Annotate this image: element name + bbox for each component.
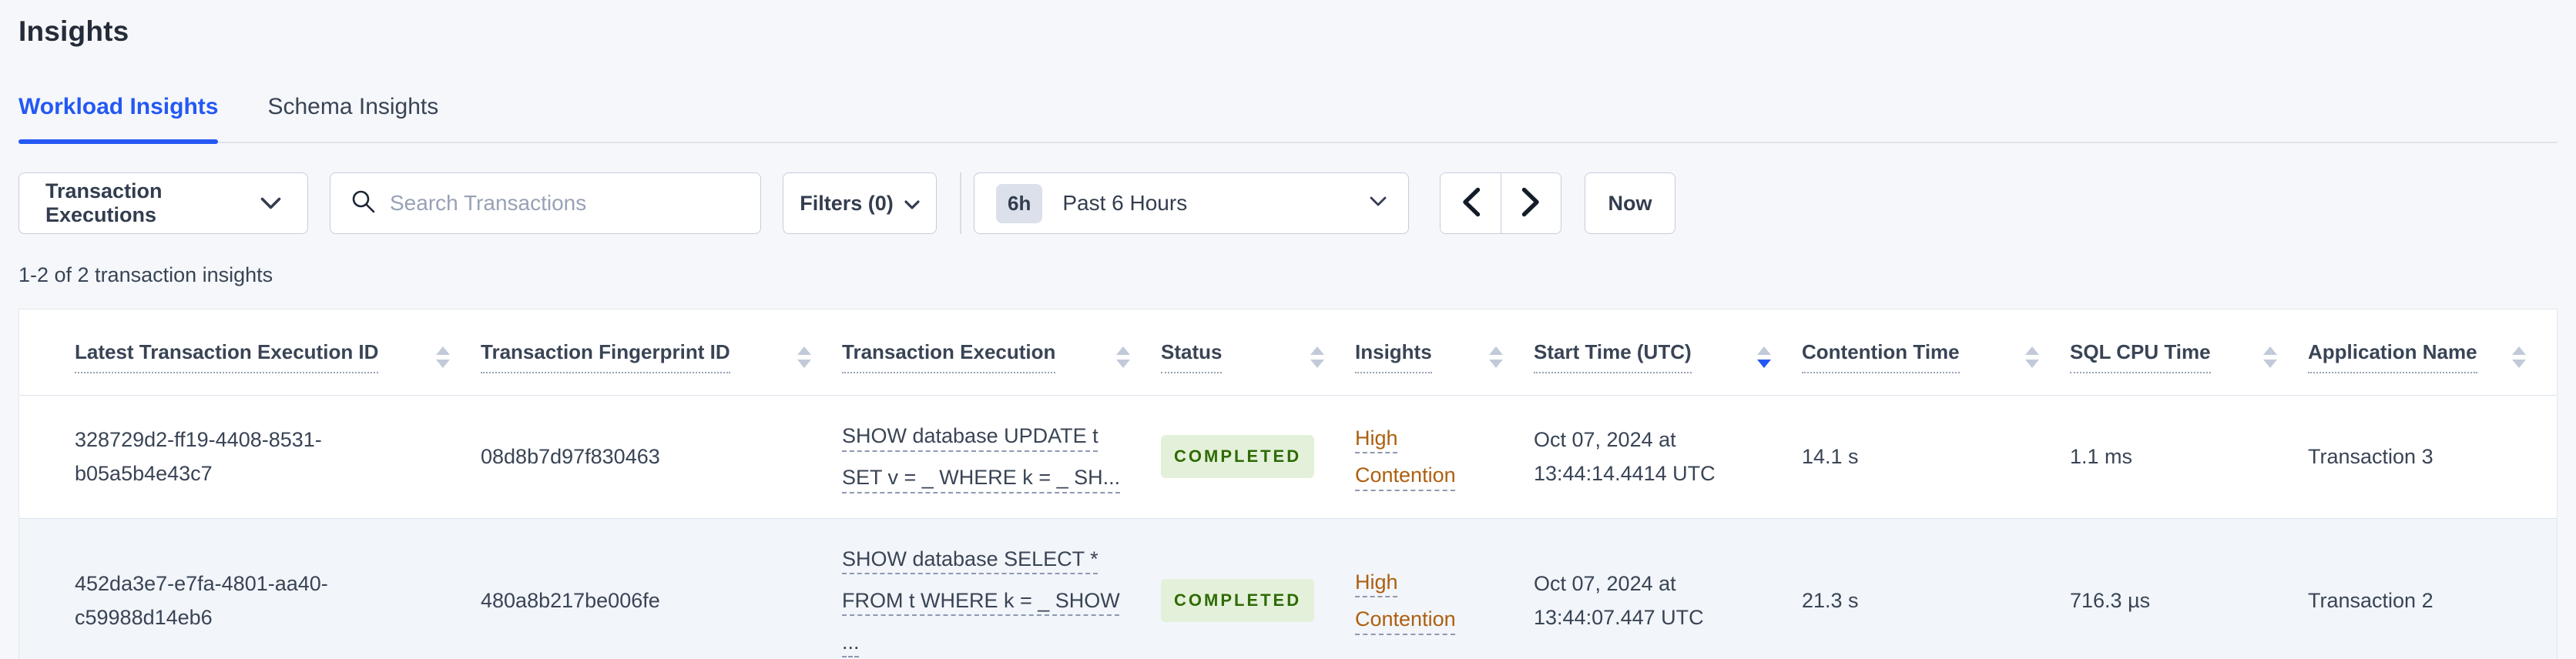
execution-type-select-label: Transaction Executions [45,179,163,226]
sort-toggle-icon[interactable] [797,346,811,368]
cell-application-name: Transaction 2 [2308,517,2557,659]
column-label[interactable]: Transaction Execution [842,340,1056,373]
sort-toggle-icon[interactable] [436,346,450,368]
toolbar: Transaction Executions Filters (0) 6h Pa… [18,172,2558,234]
column-header-insights: Insights [1355,309,1534,396]
chevron-left-icon [1461,187,1481,219]
column-header-sql-cpu-time: SQL CPU Time [2070,309,2308,396]
chevron-right-icon [1521,187,1541,219]
chevron-down-icon [904,192,920,216]
table-header-row: Latest Transaction Execution ID Transact… [19,309,2557,396]
insight-high-contention-link[interactable]: High Contention [1355,570,1456,631]
page-title: Insights [18,15,129,47]
search-icon [351,189,376,218]
column-label[interactable]: Insights [1355,340,1432,373]
column-label[interactable]: Contention Time [1802,340,1960,373]
time-range-label: Past 6 Hours [1062,191,1188,215]
tab-schema-insights[interactable]: Schema Insights [267,94,438,142]
sql-text-line: SHOW database SELECT * [842,547,1098,570]
cell-contention-time: 14.1 s [1802,395,2070,519]
column-header-start-time-utc: Start Time (UTC) [1534,309,1802,396]
time-range-badge: 6h [996,183,1043,223]
toolbar-divider [960,172,961,234]
results-summary: 1-2 of 2 transaction insights [18,263,273,286]
transaction-execution-link[interactable]: SHOW database SELECT * FROM t WHERE k = … [842,542,1130,659]
insights-table-card: Latest Transaction Execution ID Transact… [18,309,2558,659]
column-label[interactable]: Latest Transaction Execution ID [75,340,379,373]
insights-tabs: Workload Insights Schema Insights [18,94,2558,144]
execution-type-select[interactable]: Transaction Executions [18,172,308,234]
cell-start-time: Oct 07, 2024 at 13:44:14.4414 UTC [1534,427,1716,486]
column-label[interactable]: Start Time (UTC) [1534,340,1692,373]
now-button[interactable]: Now [1585,172,1675,234]
sort-toggle-icon-active-desc[interactable] [1757,346,1771,368]
cell-application-name: Transaction 3 [2308,395,2557,519]
sql-text-line: SHOW database UPDATE t [842,424,1098,447]
sort-toggle-icon[interactable] [2263,346,2277,368]
table-row: 328729d2-ff19-4408-8531-b05a5b4e43c7 08d… [19,395,2557,519]
time-range-pager [1440,172,1561,234]
column-header-application-name: Application Name [2308,309,2557,396]
sql-text-line: FROM t WHERE k = _ SHOW [842,588,1120,612]
transaction-execution-link[interactable]: SHOW database UPDATE t SET v = _ WHERE k… [842,419,1130,495]
column-label[interactable]: Application Name [2308,340,2477,373]
transaction-insights-table: Latest Transaction Execution ID Transact… [19,309,2557,659]
cell-start-time: Oct 07, 2024 at 13:44:07.447 UTC [1534,571,1704,630]
column-header-status: Status [1161,309,1355,396]
column-label[interactable]: SQL CPU Time [2070,340,2211,373]
sort-toggle-icon[interactable] [2512,346,2526,368]
tab-workload-insights[interactable]: Workload Insights [18,94,219,144]
filters-button-label: Filters (0) [800,191,894,215]
cell-execution-id: 328729d2-ff19-4408-8531-b05a5b4e43c7 [19,395,481,519]
next-time-range-button[interactable] [1501,173,1561,233]
table-row: 452da3e7-e7fa-4801-aa40-c59988d14eb6 480… [19,517,2557,659]
filters-button[interactable]: Filters (0) [783,172,937,234]
chevron-down-icon [260,192,281,216]
status-badge: COMPLETED [1161,578,1315,623]
column-header-contention-time: Contention Time [1802,309,2070,396]
cell-fingerprint-id: 480a8b217be006fe [481,517,842,659]
insight-high-contention-link[interactable]: High Contention [1355,427,1456,487]
search-box [330,172,761,234]
sort-toggle-icon[interactable] [1116,346,1130,368]
column-header-latest-transaction-execution-id: Latest Transaction Execution ID [19,309,481,396]
chevron-down-icon [1370,196,1387,211]
sql-text-line: SET v = _ WHERE k = _ SH... [842,466,1121,490]
sql-text-line: ... [842,630,860,654]
cell-contention-time: 21.3 s [1802,517,2070,659]
cell-fingerprint-id: 08d8b7d97f830463 [481,395,842,519]
insights-page: Insights Workload Insights Schema Insigh… [0,0,2576,659]
cell-execution-id: 452da3e7-e7fa-4801-aa40-c59988d14eb6 [19,517,481,659]
column-header-transaction-fingerprint-id: Transaction Fingerprint ID [481,309,842,396]
column-label[interactable]: Status [1161,340,1223,373]
column-header-transaction-execution: Transaction Execution [842,309,1161,396]
previous-time-range-button[interactable] [1441,173,1501,233]
time-range-picker[interactable]: 6h Past 6 Hours [974,172,1409,234]
cell-sql-cpu-time: 1.1 ms [2070,395,2308,519]
search-input[interactable] [390,191,740,216]
column-label[interactable]: Transaction Fingerprint ID [481,340,730,373]
status-badge: COMPLETED [1161,435,1315,479]
sort-toggle-icon[interactable] [1310,346,1324,368]
sort-toggle-icon[interactable] [1489,346,1503,368]
cell-sql-cpu-time: 716.3 µs [2070,517,2308,659]
sort-toggle-icon[interactable] [2025,346,2039,368]
